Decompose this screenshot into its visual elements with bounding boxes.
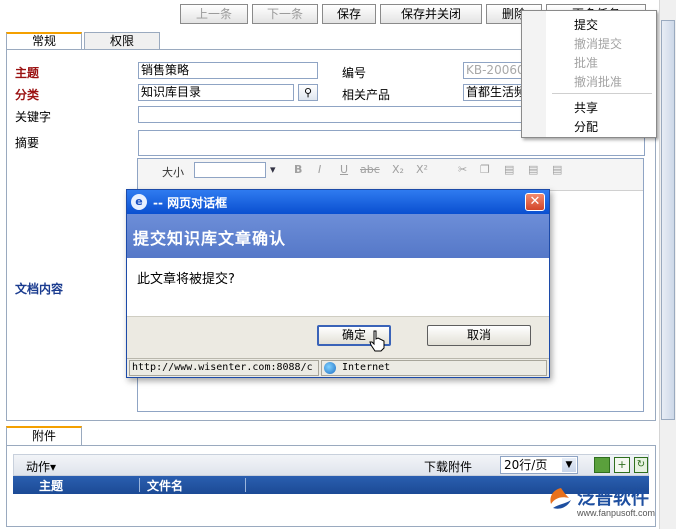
dialog-footer: 确定 取消 — [127, 316, 549, 358]
column-header-filename[interactable]: 文件名 — [147, 477, 183, 494]
product-input[interactable]: 首都生活频 — [463, 84, 527, 101]
bold-icon[interactable]: B — [294, 163, 302, 176]
dialog-title: -- 网页对话框 — [153, 196, 228, 210]
subject-input[interactable]: 销售策略 — [138, 62, 318, 79]
tab-attachments[interactable]: 附件 — [6, 426, 82, 446]
editor-toolbar: 大小 ▾ B I U abc X₂ X² ✂ ❐ ▤ ▤ ▤ — [138, 159, 643, 191]
brand-logo: 泛普软件 www.fanpusoft.com — [547, 484, 667, 524]
product-label: 相关产品 — [342, 88, 391, 102]
abstract-label: 摘要 — [15, 136, 40, 150]
menu-item-cancel-submit: 撤消提交 — [574, 37, 623, 51]
status-url: http://www.wisenter.com:8088/c — [129, 360, 319, 376]
search-icon: ⚲ — [303, 86, 313, 99]
save-button[interactable]: 保存 — [322, 4, 376, 24]
menu-item-share[interactable]: 共享 — [574, 99, 598, 116]
scrollbar-thumb[interactable] — [661, 20, 675, 420]
paste-word-icon[interactable]: ▤ — [552, 163, 562, 176]
more-tasks-menu: 提交 撤消提交 批准 撤消批准 共享 分配 — [521, 10, 657, 138]
page-size-select[interactable]: 20行/页 ▼ — [500, 456, 578, 474]
dialog-status-bar: http://www.wisenter.com:8088/c Internet — [127, 358, 549, 377]
number-input[interactable]: KB-2006067 — [463, 62, 527, 79]
hand-cursor-icon — [369, 330, 385, 352]
menu-item-approve: 批准 — [574, 56, 599, 70]
cut-icon[interactable]: ✂ — [458, 163, 467, 176]
dialog-banner: 提交知识库文章确认 — [127, 214, 549, 258]
page-size-value: 20行/页 — [504, 458, 548, 472]
action-menu-button[interactable]: 动作▾ — [26, 458, 56, 475]
close-button[interactable]: ✕ — [525, 193, 545, 211]
download-attachment-button[interactable]: 下载附件 — [424, 458, 472, 475]
font-size-label: 大小 — [162, 166, 184, 179]
vertical-scrollbar[interactable] — [659, 0, 676, 529]
attachments-toolbar: 动作▾ 下载附件 20行/页 ▼ + ↻ — [13, 454, 649, 476]
dialog-heading: 提交知识库文章确认 — [133, 229, 287, 248]
column-divider — [139, 478, 140, 492]
next-button[interactable]: 下一条 — [252, 4, 318, 24]
refresh-icon[interactable]: ↻ — [634, 457, 648, 473]
logo-icon — [550, 488, 571, 509]
tab-permission[interactable]: 权限 — [84, 32, 160, 50]
content-label: 文档内容 — [15, 282, 64, 296]
category-lookup-button[interactable]: ⚲ — [298, 84, 318, 101]
menu-gutter — [522, 11, 546, 137]
menu-item-submit[interactable]: 提交 — [574, 16, 598, 33]
strikethrough-icon[interactable]: abc — [360, 163, 380, 176]
security-zone: Internet — [321, 360, 547, 376]
prev-button[interactable]: 上一条 — [180, 4, 248, 24]
logo-url: www.fanpusoft.com — [577, 508, 656, 518]
underline-icon[interactable]: U — [340, 163, 348, 176]
dialog-body: 此文章将被提交? — [127, 258, 549, 316]
number-label: 编号 — [342, 66, 367, 80]
dialog-title-bar[interactable]: e -- 网页对话框 ✕ — [127, 190, 549, 214]
save-close-button[interactable]: 保存并关闭 — [380, 4, 482, 24]
subscript-icon[interactable]: X₂ — [392, 163, 404, 176]
category-input[interactable]: 知识库目录 — [138, 84, 294, 101]
copy-icon[interactable]: ❐ — [480, 163, 490, 176]
column-divider — [245, 478, 246, 492]
cancel-button[interactable]: 取消 — [427, 325, 531, 346]
keyword-label: 关键字 — [15, 110, 52, 124]
paste-icon[interactable]: ▤ — [504, 163, 514, 176]
menu-separator — [552, 93, 652, 94]
font-size-select[interactable] — [194, 162, 266, 178]
dialog-message: 此文章将被提交? — [137, 272, 235, 287]
subject-label: 主题 — [15, 66, 40, 80]
ie-icon: e — [131, 194, 147, 210]
italic-icon[interactable]: I — [318, 163, 321, 176]
menu-item-cancel-approve: 撤消批准 — [574, 75, 623, 89]
confirm-dialog: e -- 网页对话框 ✕ 提交知识库文章确认 此文章将被提交? 确定 取消 ht… — [126, 189, 550, 378]
menu-item-assign[interactable]: 分配 — [574, 118, 598, 135]
chevron-down-icon: ▾ — [270, 163, 276, 176]
add-attachment-icon[interactable]: + — [614, 457, 630, 473]
column-header-subject[interactable]: 主题 — [39, 477, 63, 494]
chevron-down-icon: ▼ — [562, 458, 576, 472]
superscript-icon[interactable]: X² — [416, 163, 428, 176]
logo-name: 泛普软件 — [577, 488, 649, 509]
paste-text-icon[interactable]: ▤ — [528, 163, 538, 176]
export-excel-icon[interactable] — [594, 457, 610, 473]
category-label: 分类 — [15, 88, 40, 102]
